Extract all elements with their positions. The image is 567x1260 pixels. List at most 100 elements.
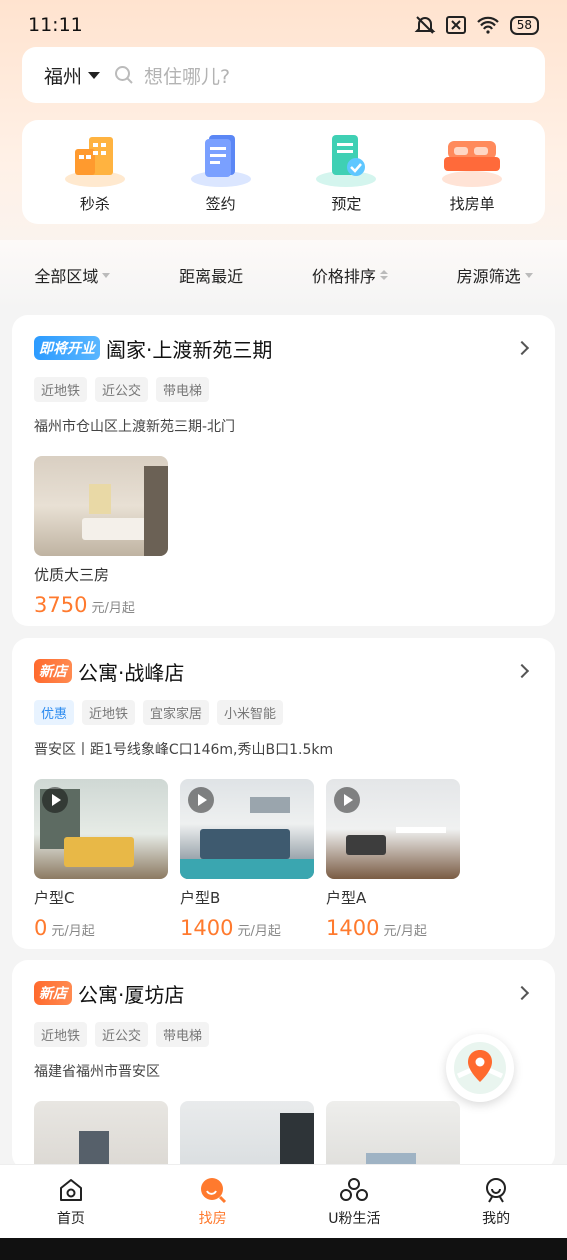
filter-area[interactable]: 全部区域 [34, 263, 111, 287]
city-selector[interactable]: 福州 [44, 62, 101, 89]
chevron-right-icon[interactable] [514, 985, 530, 1001]
tab-label: 我的 [482, 1210, 511, 1227]
filter-price-sort[interactable]: 价格排序 [312, 263, 388, 287]
room-name: 优质大三房 [34, 566, 110, 584]
room-item[interactable] [326, 1101, 460, 1170]
reserve-icon [316, 134, 377, 187]
quick-actions: 秒杀 签约 预定 找房单 [22, 120, 545, 224]
map-location-button[interactable] [446, 1034, 514, 1102]
room-item[interactable]: 户型C 0 元/月起 [34, 779, 168, 940]
tab-label: 找房 [198, 1210, 227, 1227]
room-photo [180, 1101, 314, 1170]
play-icon[interactable] [42, 787, 68, 813]
play-icon[interactable] [188, 787, 214, 813]
profile-icon [486, 1177, 507, 1203]
room-photo [34, 779, 168, 879]
search-icon [115, 66, 133, 84]
system-nav-bar [0, 1238, 567, 1260]
listing-address: 福州市仓山区上渡新苑三期-北门 [34, 419, 236, 435]
tag: 小米智能 [217, 700, 284, 725]
filter-label: 房源筛选 [456, 267, 521, 286]
quick-action-label: 预定 [331, 194, 362, 213]
filter-label: 距离最近 [179, 267, 244, 286]
price-unit: 元/月起 [91, 601, 135, 616]
caret-down-icon [524, 272, 533, 278]
listing-title: 公寓·厦坊店 [78, 982, 185, 1007]
filter-distance[interactable]: 距离最近 [179, 263, 243, 287]
status-badge: 新店 [34, 981, 72, 1005]
status-badge: 即将开业 [34, 336, 100, 360]
room-photo [34, 456, 168, 556]
building-icon [64, 136, 125, 187]
room-name: 户型C [34, 889, 75, 907]
status-badge: 新店 [34, 659, 72, 683]
room-item[interactable] [180, 1101, 314, 1170]
tab-label: 首页 [56, 1210, 85, 1227]
map-pin-icon [454, 1042, 506, 1094]
search-room-icon [200, 1177, 226, 1203]
home-icon [59, 1178, 82, 1201]
tab-label: U粉生活 [328, 1210, 381, 1227]
room-photo [326, 779, 460, 879]
room-price: 0 元/月起 [34, 916, 168, 940]
room-price: 1400 元/月起 [180, 916, 314, 940]
room-price: 3750 元/月起 [34, 593, 168, 617]
tab-home[interactable]: 首页 [0, 1165, 142, 1238]
search-bar[interactable]: 福州 想住哪儿? [22, 47, 545, 103]
caret-down-icon [88, 71, 101, 79]
room-item[interactable] [34, 1101, 168, 1170]
battery-indicator: 58 [509, 15, 539, 35]
no-sim-icon [445, 16, 466, 34]
quick-action-reserve[interactable]: 预定 [291, 131, 401, 214]
price-unit: 元/月起 [237, 924, 281, 939]
tag: 近地铁 [82, 700, 136, 725]
wifi-icon [476, 16, 499, 34]
contract-icon [190, 134, 251, 187]
listing-card[interactable]: 新店 公寓·战峰店 优惠 近地铁 宜家家居 小米智能 晋安区丨距1号线象峰C口1… [12, 638, 555, 949]
tab-mine[interactable]: 我的 [425, 1165, 567, 1238]
city-label: 福州 [44, 65, 83, 88]
status-time: 11:11 [28, 14, 83, 36]
price-value: 0 [34, 916, 48, 940]
price-value: 1400 [180, 916, 234, 940]
quick-action-label: 找房单 [449, 194, 495, 213]
search-input[interactable]: 想住哪儿? [144, 62, 230, 89]
room-photo [34, 1101, 168, 1170]
room-item[interactable]: 优质大三房 3750 元/月起 [34, 456, 168, 617]
tag: 近地铁 [34, 377, 88, 402]
status-bar: 11:11 58 [0, 0, 567, 50]
room-item[interactable]: 户型B 1400 元/月起 [180, 779, 314, 940]
quick-action-room-list[interactable]: 找房单 [417, 131, 527, 214]
bed-icon [442, 140, 503, 187]
filter-label: 全部区域 [34, 267, 99, 286]
price-unit: 元/月起 [51, 924, 95, 939]
price-value: 1400 [326, 916, 380, 940]
mute-icon [414, 16, 436, 34]
room-photo [326, 1101, 460, 1170]
room-name: 户型A [326, 889, 367, 907]
quick-action-label: 签约 [205, 194, 236, 213]
listing-card[interactable]: 即将开业 阖家·上渡新苑三期 近地铁 近公交 带电梯 福州市仓山区上渡新苑三期-… [12, 315, 555, 626]
room-price: 1400 元/月起 [326, 916, 460, 940]
chevron-right-icon[interactable] [514, 663, 530, 679]
chevron-right-icon[interactable] [514, 340, 530, 356]
tag: 近地铁 [34, 1022, 88, 1047]
play-icon[interactable] [334, 787, 360, 813]
caret-down-icon [102, 272, 111, 278]
room-item[interactable]: 户型A 1400 元/月起 [326, 779, 460, 940]
bottom-tab-bar: 首页 找房 U粉生活 我的 [0, 1164, 567, 1238]
price-value: 3750 [34, 593, 88, 617]
tag: 带电梯 [156, 377, 210, 402]
room-photo [180, 779, 314, 879]
tab-u-life[interactable]: U粉生活 [284, 1165, 426, 1238]
quick-action-flash-sale[interactable]: 秒杀 [40, 131, 150, 214]
quick-action-sign[interactable]: 签约 [166, 131, 276, 214]
room-name: 户型B [180, 889, 221, 907]
filter-bar: 全部区域 距离最近 价格排序 房源筛选 [0, 240, 567, 310]
tag: 近公交 [95, 377, 149, 402]
quick-action-label: 秒杀 [79, 194, 110, 213]
filter-listing[interactable]: 房源筛选 [457, 263, 533, 287]
filter-label: 价格排序 [311, 267, 376, 286]
tab-find-room[interactable]: 找房 [142, 1165, 284, 1238]
price-unit: 元/月起 [383, 924, 427, 939]
